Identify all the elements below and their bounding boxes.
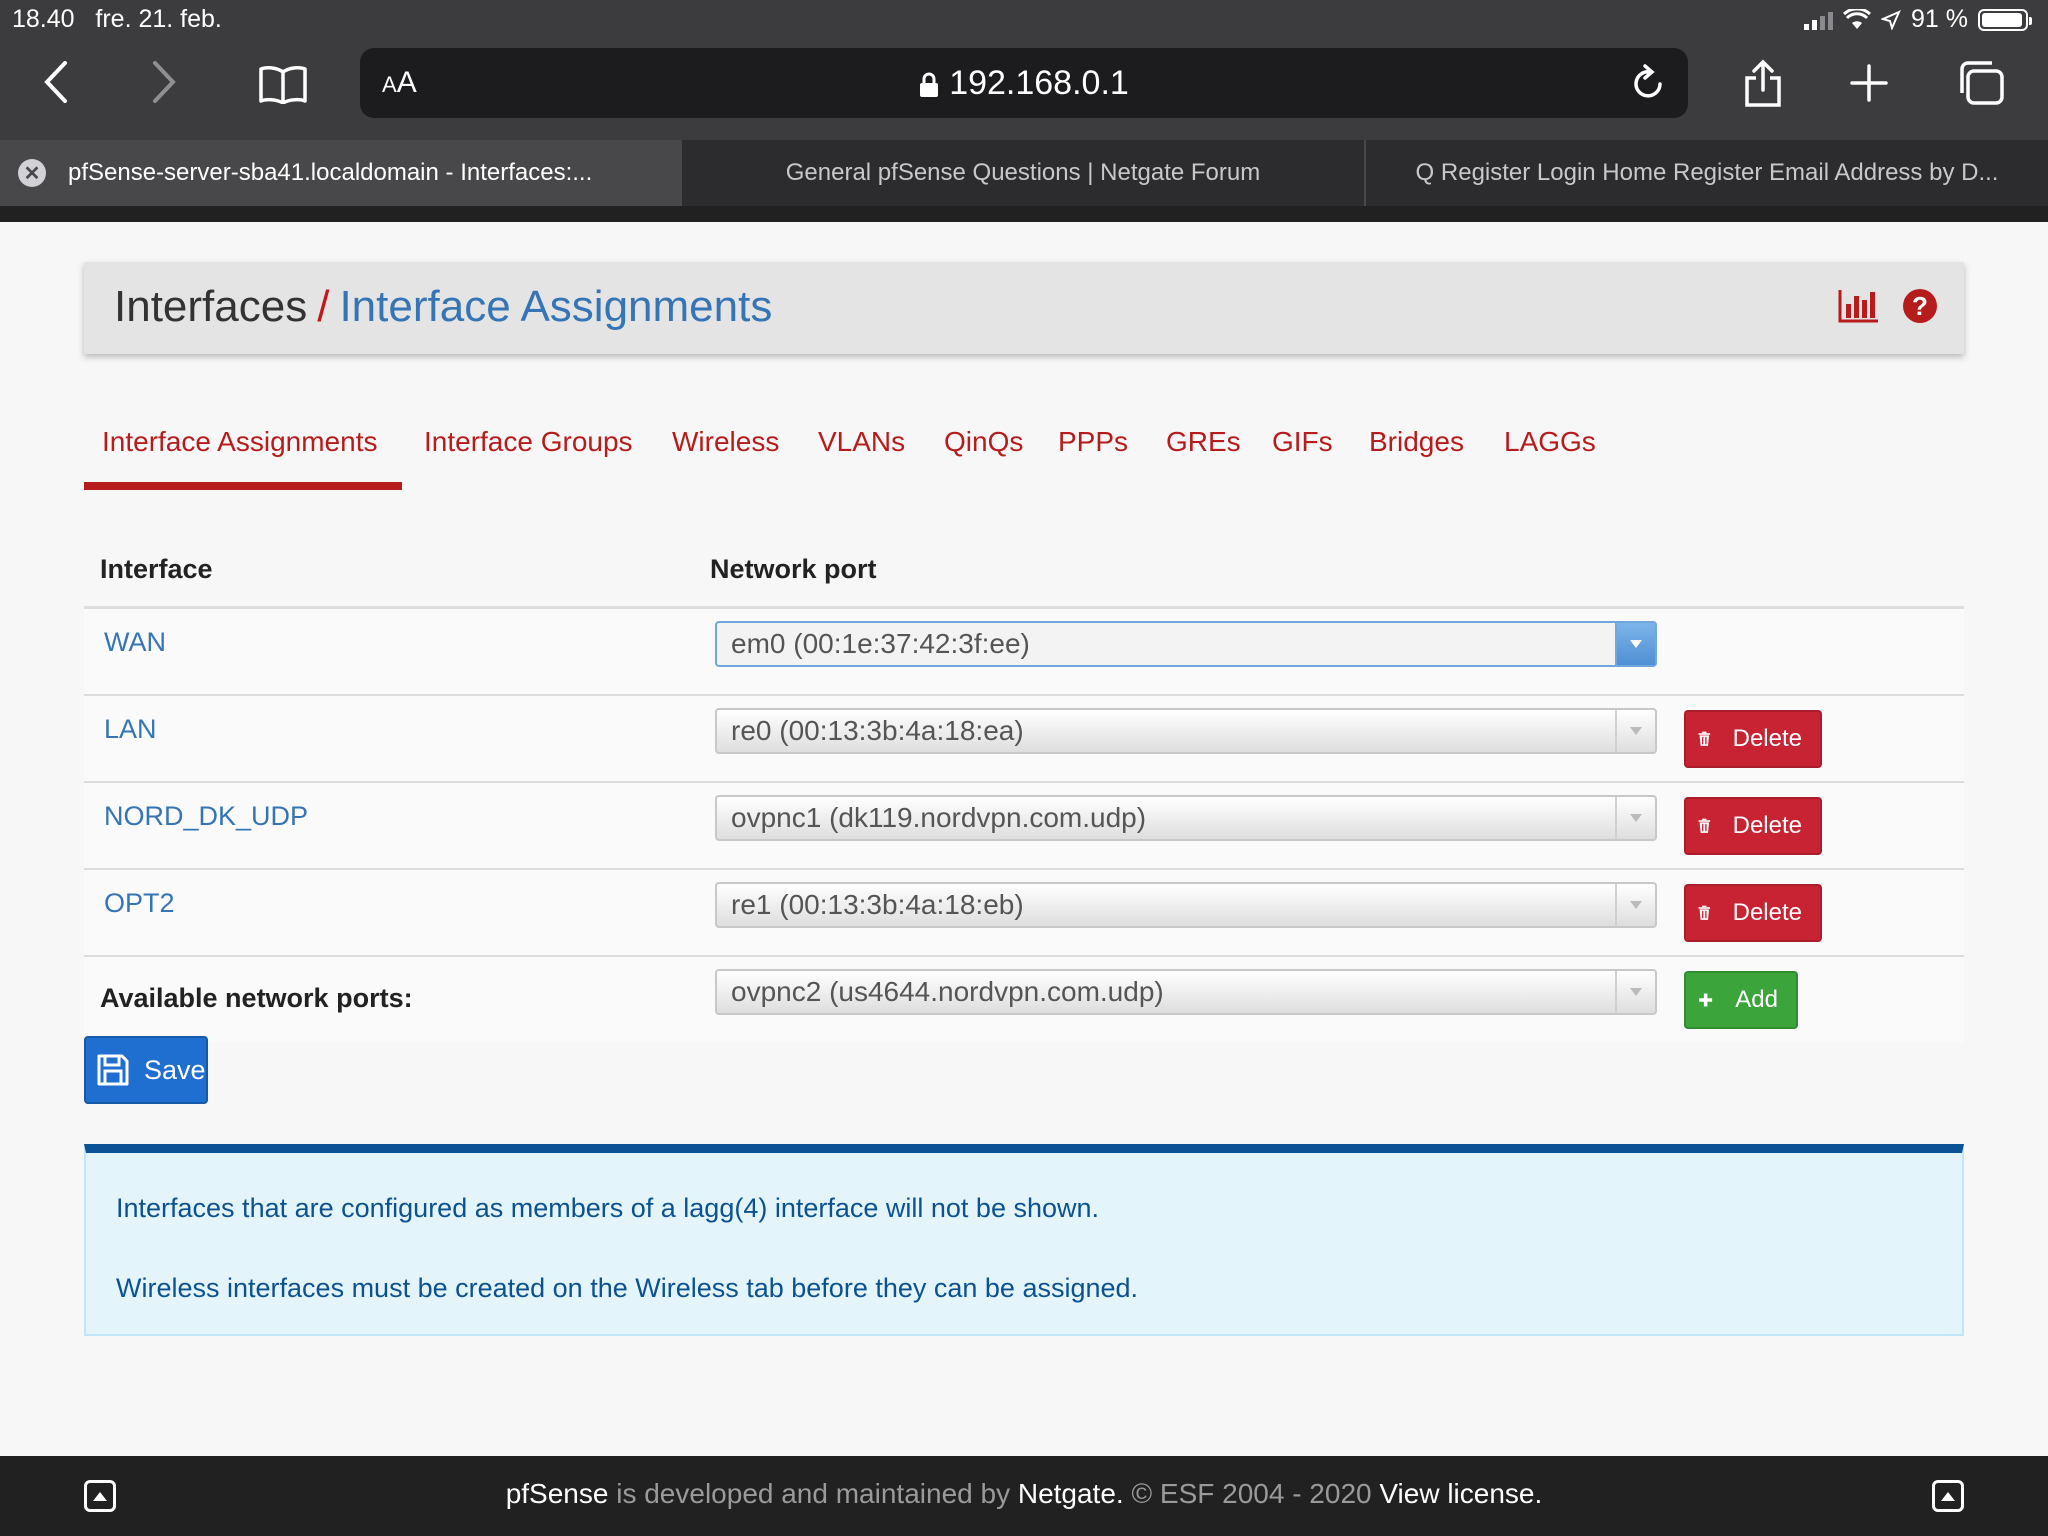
tab-qinqs[interactable]: QinQs	[944, 426, 1023, 458]
tab-gifs[interactable]: GIFs	[1272, 426, 1333, 458]
scroll-top-icon-right[interactable]	[1932, 1480, 1964, 1512]
network-port-select-lan[interactable]: re0 (00:13:3b:4a:18:ea)	[715, 708, 1657, 754]
button-label: Save	[144, 1054, 206, 1085]
dropdown-caret-icon	[1615, 710, 1655, 752]
delete-button-lan[interactable]: Delete	[1684, 710, 1822, 768]
available-port-select[interactable]: ovpnc2 (us4644.nordvpn.com.udp)	[715, 969, 1657, 1015]
info-text-wireless: Wireless interfaces must be created on t…	[116, 1273, 1139, 1303]
table-row-wan: WAN em0 (00:1e:37:42:3f:ee)	[84, 609, 1964, 696]
page-footer: pfSense is developed and maintained by N…	[0, 1456, 2048, 1536]
select-value: re1 (00:13:3b:4a:18:eb)	[731, 889, 1024, 920]
table-row-opt2: OPT2 re1 (00:13:3b:4a:18:eb) Delete	[84, 870, 1964, 957]
add-button[interactable]: Add	[1684, 971, 1798, 1029]
browser-tab-active[interactable]: ✕ pfSense-server-sba41.localdomain - Int…	[0, 140, 682, 206]
page-header-panel: Interfaces / Interface Assignments ?	[84, 262, 1964, 354]
available-ports-label: Available network ports:	[100, 983, 413, 1013]
table-row-available-ports: Available network ports: ovpnc2 (us4644.…	[84, 957, 1964, 1042]
svg-text:?: ?	[1912, 291, 1928, 321]
view-license-link[interactable]: View license.	[1379, 1478, 1542, 1509]
network-port-select-nord-dk-udp[interactable]: ovpnc1 (dk119.nordvpn.com.udp)	[715, 795, 1657, 841]
interface-link-nord-dk-udp[interactable]: NORD_DK_UDP	[104, 801, 308, 832]
info-alert: Interfaces that are configured as member…	[84, 1144, 1964, 1336]
breadcrumb-separator: /	[317, 282, 330, 331]
delete-button-nord-dk-udp[interactable]: Delete	[1684, 797, 1822, 855]
browser-tab[interactable]: Q Register Login Home Register Email Add…	[1364, 140, 2048, 206]
status-time: 18.40 fre. 21. feb.	[12, 5, 222, 33]
breadcrumb-section[interactable]: Interfaces	[114, 282, 307, 331]
interface-link-wan[interactable]: WAN	[104, 627, 166, 658]
network-port-select-wan[interactable]: em0 (00:1e:37:42:3f:ee)	[715, 621, 1657, 667]
footer-brand-link[interactable]: pfSense	[506, 1478, 609, 1509]
interface-link-opt2[interactable]: OPT2	[104, 888, 175, 919]
share-icon[interactable]	[1738, 56, 1788, 110]
plus-icon	[1699, 993, 1713, 1007]
site-navbar-edge	[0, 206, 2048, 222]
footer-muted-text: is developed and maintained by	[608, 1478, 1018, 1509]
button-label: Add	[1735, 986, 1778, 1013]
button-label: Delete	[1732, 812, 1802, 839]
tab-wireless[interactable]: Wireless	[672, 426, 779, 458]
tab-bridges[interactable]: Bridges	[1369, 426, 1464, 458]
footer-company-link[interactable]: Netgate.	[1018, 1478, 1124, 1509]
column-header-network-port: Network port	[710, 554, 877, 584]
footer-copyright: © ESF 2004 - 2020	[1123, 1478, 1380, 1509]
address-bar[interactable]: AA 192.168.0.1	[360, 48, 1688, 118]
dropdown-caret-icon	[1615, 623, 1655, 665]
breadcrumb-current[interactable]: Interface Assignments	[339, 282, 772, 331]
select-value: em0 (00:1e:37:42:3f:ee)	[731, 628, 1030, 659]
delete-button-opt2[interactable]: Delete	[1684, 884, 1822, 942]
select-value: ovpnc2 (us4644.nordvpn.com.udp)	[731, 976, 1164, 1007]
tab-ppps[interactable]: PPPs	[1058, 426, 1128, 458]
tabs-overview-icon[interactable]	[1954, 58, 2008, 108]
breadcrumb: Interfaces / Interface Assignments	[114, 282, 772, 332]
bookmarks-book-icon[interactable]	[256, 62, 310, 106]
select-value: re0 (00:13:3b:4a:18:ea)	[731, 715, 1024, 746]
table-row-nord-dk-udp: NORD_DK_UDP ovpnc1 (dk119.nordvpn.com.ud…	[84, 783, 1964, 870]
tab-laggs[interactable]: LAGGs	[1504, 426, 1596, 458]
interface-link-lan[interactable]: LAN	[104, 714, 157, 745]
wifi-icon	[1843, 8, 1872, 29]
browser-tab[interactable]: General pfSense Questions | Netgate Foru…	[682, 140, 1364, 206]
trash-icon	[1698, 818, 1711, 833]
trash-icon	[1698, 731, 1711, 746]
save-button[interactable]: Save	[84, 1036, 208, 1104]
column-header-interface: Interface	[100, 554, 213, 584]
browser-tab-bar: ✕ pfSense-server-sba41.localdomain - Int…	[0, 140, 2048, 206]
browser-tab-label: Q Register Login Home Register Email Add…	[1415, 159, 1999, 186]
status-chart-icon[interactable]	[1838, 288, 1880, 329]
new-tab-plus-icon[interactable]	[1848, 62, 1890, 104]
dropdown-caret-icon	[1615, 797, 1655, 839]
url-display: 192.168.0.1	[360, 64, 1688, 103]
status-bar: 18.40 fre. 21. feb. 91 %	[0, 0, 2048, 40]
select-value: ovpnc1 (dk119.nordvpn.com.udp)	[731, 802, 1147, 833]
button-label: Delete	[1732, 725, 1802, 752]
button-label: Delete	[1732, 899, 1802, 926]
battery-percent: 91 %	[1911, 5, 1968, 33]
tab-vlans[interactable]: VLANs	[818, 426, 905, 458]
browser-tab-label: pfSense-server-sba41.localdomain - Inter…	[68, 159, 593, 186]
tab-interface-groups[interactable]: Interface Groups	[424, 426, 633, 458]
table-row-lan: LAN re0 (00:13:3b:4a:18:ea) Delete	[84, 696, 1964, 783]
back-chevron-icon[interactable]	[36, 60, 76, 104]
forward-chevron-icon[interactable]	[144, 60, 184, 104]
cellular-signal-icon	[1804, 10, 1834, 30]
tab-close-icon[interactable]: ✕	[18, 159, 46, 187]
active-tab-underline	[84, 482, 402, 490]
dropdown-caret-icon	[1615, 971, 1655, 1013]
browser-tab-label: General pfSense Questions | Netgate Foru…	[785, 159, 1261, 186]
status-right: 91 %	[1804, 5, 2032, 34]
network-port-select-opt2[interactable]: re1 (00:13:3b:4a:18:eb)	[715, 882, 1657, 928]
location-icon	[1881, 9, 1901, 30]
floppy-disk-icon	[97, 1054, 129, 1086]
reload-icon[interactable]	[1630, 64, 1666, 107]
dropdown-caret-icon	[1615, 884, 1655, 926]
tab-gres[interactable]: GREs	[1166, 426, 1241, 458]
tab-interface-assignments[interactable]: Interface Assignments	[102, 426, 377, 458]
lock-icon	[920, 72, 939, 98]
help-question-icon[interactable]: ?	[1902, 288, 1938, 329]
trash-icon	[1698, 905, 1711, 920]
footer-text: pfSense is developed and maintained by N…	[0, 1478, 2048, 1510]
battery-icon	[1978, 8, 2032, 31]
info-text-lagg: Interfaces that are configured as member…	[116, 1193, 1100, 1223]
